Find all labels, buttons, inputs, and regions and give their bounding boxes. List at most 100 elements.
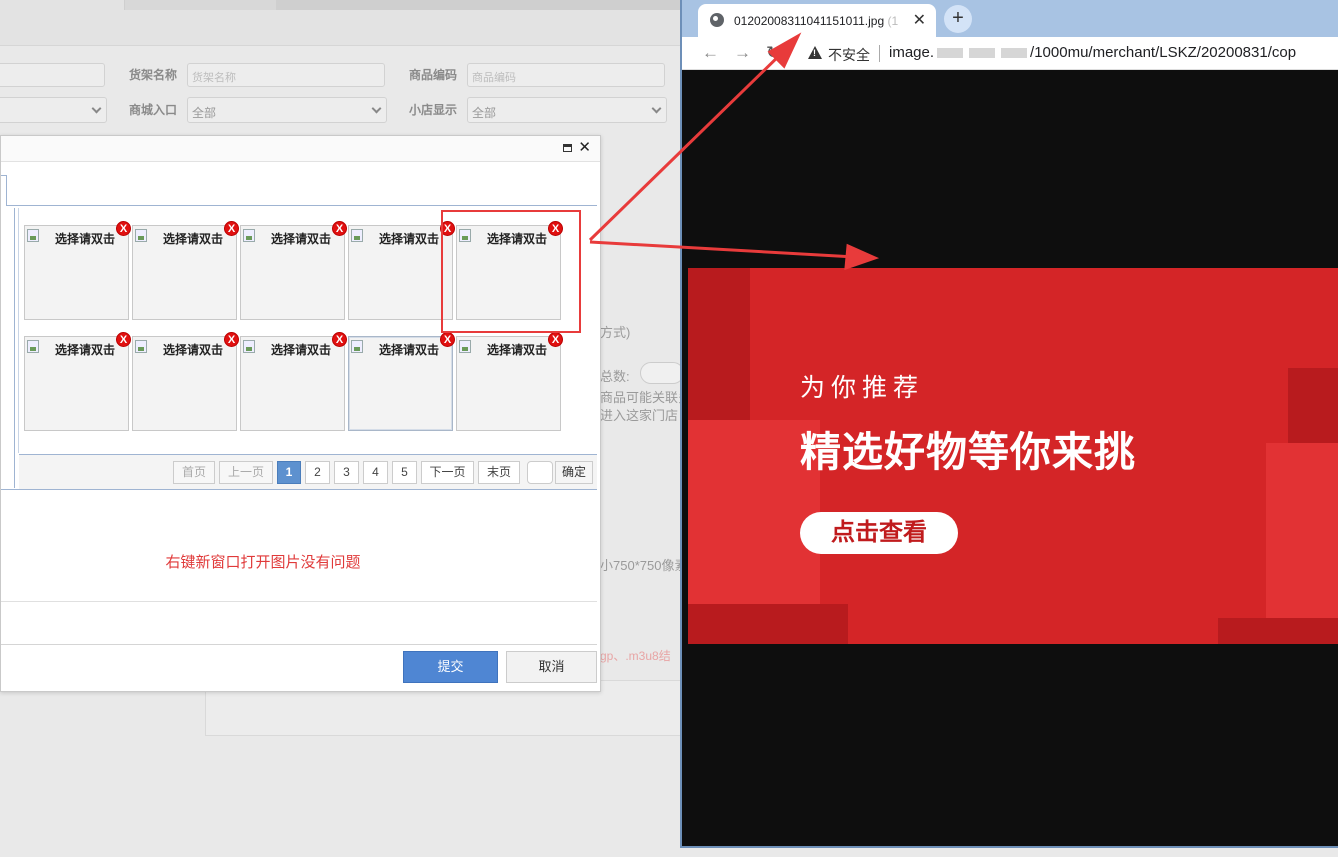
image-thumbnail[interactable]: 选择请双击 bbox=[132, 225, 237, 320]
banner-headline: 精选好物等你来挑 bbox=[800, 429, 1136, 475]
gift-box-shape bbox=[688, 268, 750, 423]
delete-image-icon[interactable]: X bbox=[116, 221, 131, 236]
url-path: /1000mu/merchant/LSKZ/20200831/cop bbox=[1030, 44, 1297, 61]
tab-title-fade: (1 bbox=[887, 14, 899, 28]
cancel-button[interactable]: 取消 bbox=[506, 651, 597, 683]
forward-arrow-icon[interactable]: → bbox=[734, 43, 751, 63]
image-thumbnail[interactable]: 选择请双击 bbox=[24, 336, 129, 431]
admin-tab-strip-active bbox=[276, 0, 680, 10]
browser-window: 01202008311041151011.jpg (1 ✕ + ← → ↻ 不安… bbox=[680, 0, 1338, 848]
bg-enter-store: 进入这家门店 bbox=[600, 408, 679, 423]
image-thumbnail[interactable]: 选择请双击 bbox=[240, 225, 345, 320]
bg-size-hint: 小750*750像素 bbox=[600, 558, 688, 573]
broken-image-icon bbox=[27, 340, 39, 353]
product-code-input[interactable]: 商品编码 bbox=[467, 63, 665, 87]
annotation-note: 右键新窗口打开图片没有问题 bbox=[165, 554, 361, 571]
admin-top-bar bbox=[0, 0, 680, 46]
thumbnail-caption: 选择请双击 bbox=[271, 343, 332, 357]
mall-entry-value: 全部 bbox=[192, 106, 217, 120]
shop-display-select[interactable]: 全部 bbox=[467, 97, 667, 123]
broken-image-icon bbox=[27, 229, 39, 242]
mall-entry-label: 商城入口 bbox=[129, 103, 178, 117]
warning-icon[interactable] bbox=[808, 46, 822, 59]
dialog-footer-divider bbox=[1, 644, 597, 645]
pager-next-button[interactable]: 下一页 bbox=[421, 461, 474, 484]
image-thumbnail-selected[interactable]: 选择请双击 bbox=[348, 336, 453, 431]
dialog-tab-bar bbox=[1, 163, 597, 206]
delete-image-icon[interactable]: X bbox=[116, 332, 131, 347]
thumbnail-caption: 选择请双击 bbox=[271, 232, 332, 246]
reload-icon[interactable]: ↻ bbox=[766, 43, 780, 63]
delete-image-icon[interactable]: X bbox=[548, 332, 563, 347]
dialog-divider bbox=[1, 601, 597, 602]
pager-page-3[interactable]: 3 bbox=[334, 461, 359, 484]
pager-page-5[interactable]: 5 bbox=[392, 461, 417, 484]
gift-box-shape bbox=[1266, 443, 1338, 623]
thumbnail-caption: 选择请双击 bbox=[55, 232, 116, 246]
submit-button[interactable]: 提交 bbox=[403, 651, 498, 683]
pager-page-input[interactable] bbox=[527, 461, 553, 484]
image-thumbnail[interactable]: 选择请双击 bbox=[240, 336, 345, 431]
pager-last-button[interactable]: 末页 bbox=[478, 461, 520, 484]
delete-image-icon[interactable]: X bbox=[224, 332, 239, 347]
url-text[interactable]: image. /1000mu/merchant/LSKZ/20200831/cop bbox=[889, 44, 1296, 61]
tab-title-text: 01202008311041151011.jpg bbox=[734, 14, 885, 28]
banner-cta-button[interactable]: 点击查看 bbox=[800, 512, 958, 554]
pager-prev-button[interactable]: 上一页 bbox=[219, 461, 273, 484]
broken-image-icon bbox=[135, 340, 147, 353]
bg-search-button[interactable] bbox=[640, 362, 684, 384]
close-icon[interactable]: ✕ bbox=[578, 139, 591, 157]
shop-display-value: 全部 bbox=[472, 106, 497, 120]
shelf-name-label: 货架名称 bbox=[129, 68, 178, 82]
gallery-left-rail-inner bbox=[17, 208, 19, 453]
address-bar: ← → ↻ 不安全 image. /1000mu/merchant/LSKZ/20… bbox=[682, 37, 1338, 70]
mall-entry-select[interactable]: 全部 bbox=[187, 97, 387, 123]
browser-tab[interactable]: 01202008311041151011.jpg (1 ✕ bbox=[698, 4, 936, 37]
gift-box-shape bbox=[688, 604, 848, 644]
image-thumbnail[interactable]: 选择请双击 bbox=[348, 225, 453, 320]
pager-go-button[interactable]: 确定 bbox=[555, 461, 593, 484]
pagination: 首页 上一页 1 2 3 4 5 下一页 末页 确定 bbox=[19, 454, 597, 489]
close-tab-icon[interactable]: ✕ bbox=[913, 10, 926, 30]
image-thumbnail[interactable]: 选择请双击 bbox=[24, 225, 129, 320]
thumbnail-caption: 选择请双击 bbox=[55, 343, 116, 357]
globe-icon bbox=[710, 13, 724, 27]
delete-image-icon[interactable]: X bbox=[440, 332, 455, 347]
back-arrow-icon[interactable]: ← bbox=[702, 43, 719, 63]
shop-display-label: 小店显示 bbox=[409, 103, 458, 117]
bg-total-label: 总数: bbox=[600, 369, 630, 384]
delete-image-icon[interactable]: X bbox=[332, 221, 347, 236]
browser-tab-title: 01202008311041151011.jpg (1 bbox=[734, 14, 912, 28]
broken-image-icon bbox=[243, 229, 255, 242]
image-thumbnail[interactable]: 选择请双击 bbox=[132, 336, 237, 431]
bg-linked-note: 商品可能关联多 bbox=[600, 390, 692, 405]
broken-image-icon bbox=[351, 229, 363, 242]
bg-method-text: 方式) bbox=[600, 325, 631, 340]
broken-image-icon bbox=[243, 340, 255, 353]
pager-page-1[interactable]: 1 bbox=[277, 461, 301, 484]
thumbnail-caption: 选择请双击 bbox=[379, 232, 440, 246]
thumbnail-caption: 选择请双击 bbox=[487, 343, 548, 357]
address-divider bbox=[879, 45, 880, 62]
delete-image-icon[interactable]: X bbox=[332, 332, 347, 347]
thumbnail-caption: 选择请双击 bbox=[379, 343, 440, 357]
pager-page-4[interactable]: 4 bbox=[363, 461, 388, 484]
shelf-name-input[interactable]: 货架名称 bbox=[187, 63, 385, 87]
thumbnail-caption: 选择请双击 bbox=[163, 232, 224, 246]
image-thumbnail[interactable]: 选择请双击 bbox=[456, 336, 561, 431]
filter-select-left[interactable] bbox=[0, 97, 107, 123]
not-secure-label[interactable]: 不安全 bbox=[828, 45, 870, 65]
new-tab-button[interactable]: + bbox=[944, 5, 972, 33]
annotation-highlight-box bbox=[441, 210, 581, 333]
gallery-left-rail bbox=[1, 208, 15, 488]
delete-image-icon[interactable]: X bbox=[224, 221, 239, 236]
redacted-block bbox=[1001, 48, 1028, 59]
banner-subtitle: 为你推荐 bbox=[800, 374, 925, 402]
product-code-label: 商品编码 bbox=[409, 68, 458, 82]
maximize-icon[interactable] bbox=[563, 144, 572, 152]
thumbnail-caption: 选择请双击 bbox=[163, 343, 224, 357]
filter-field-left[interactable] bbox=[0, 63, 105, 87]
dialog-tab[interactable] bbox=[1, 175, 7, 206]
pager-page-2[interactable]: 2 bbox=[305, 461, 330, 484]
pager-first-button[interactable]: 首页 bbox=[173, 461, 215, 484]
